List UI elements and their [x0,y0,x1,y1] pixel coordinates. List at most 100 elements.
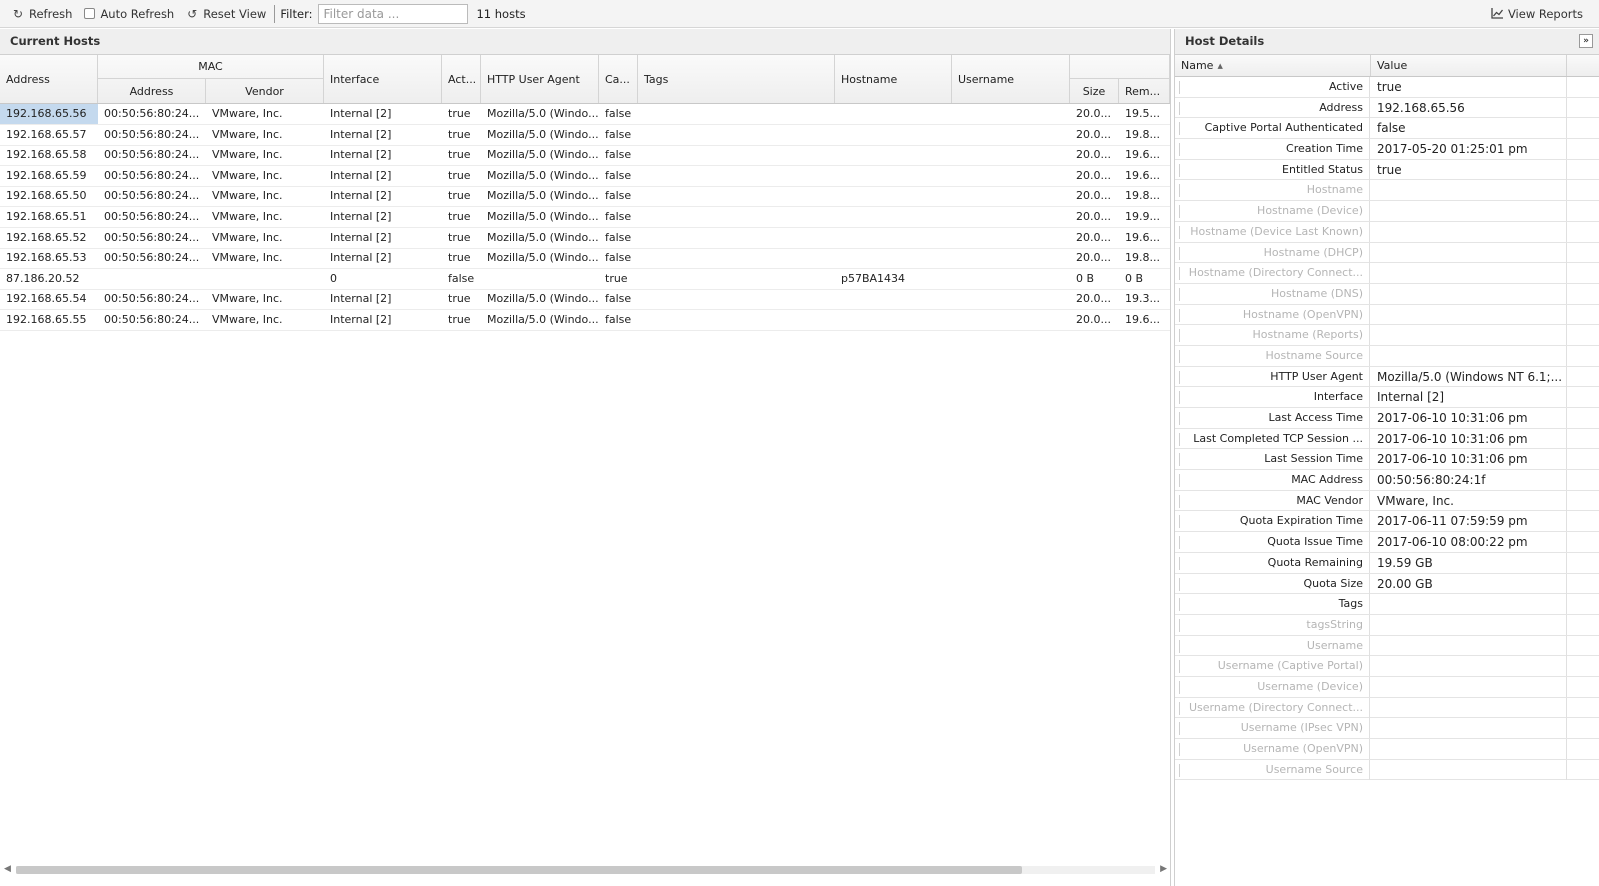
detail-row[interactable]: Captive Portal Authenticated false [1175,118,1599,140]
detail-row[interactable]: Hostname (Device Last Known) [1175,221,1599,243]
col-name[interactable]: Name ▲ [1175,55,1371,76]
col-address[interactable]: Address [0,55,98,103]
detail-row[interactable]: Hostname (Device) [1175,201,1599,222]
detail-row[interactable]: Username (Directory Connect... [1175,697,1599,719]
checkbox-icon[interactable] [84,8,96,19]
col-tags[interactable]: Tags [638,55,835,103]
detail-name: Creation Time [1175,139,1370,160]
detail-row[interactable]: Last Completed TCP Session ... 2017-06-10… [1175,428,1599,450]
col-user-agent[interactable]: HTTP User Agent [481,55,599,103]
detail-row[interactable]: Active true [1175,77,1599,98]
cell-mac: 00:50:56:80:24... [104,292,200,306]
detail-row[interactable]: Username Source [1175,759,1599,781]
detail-row[interactable]: Username [1175,635,1599,657]
col-value[interactable]: Value [1371,55,1567,76]
cell-interface: Internal [2] [330,230,392,244]
col-size[interactable]: Size [1070,79,1119,103]
detail-row[interactable]: Entitled Status true [1175,159,1599,181]
refresh-button[interactable]: ↻ Refresh [6,3,78,25]
detail-row[interactable]: Last Session Time 2017-06-10 10:31:06 pm [1175,449,1599,471]
col-interface[interactable]: Interface [324,55,442,103]
detail-value: 2017-06-10 10:31:06 pm [1371,449,1567,470]
cell-remaining: 19.6... [1125,230,1160,244]
refresh-icon: ↻ [12,6,24,21]
table-row[interactable]: 192.168.65.50 00:50:56:80:24... VMware, In… [0,186,1170,208]
detail-row[interactable]: MAC Address 00:50:56:80:24:1f [1175,470,1599,491]
col-captive[interactable]: Ca... [599,55,638,103]
table-row[interactable]: 192.168.65.55 00:50:56:80:24... VMware, In… [0,310,1170,331]
detail-row[interactable]: Quota Expiration Time 2017-06-11 07:59:59… [1175,511,1599,533]
detail-row[interactable]: Username (Device) [1175,676,1599,698]
table-row[interactable]: 192.168.65.58 00:50:56:80:24... VMware, In… [0,145,1170,167]
table-row[interactable]: 192.168.65.56 00:50:56:80:24... VMware, In… [0,104,1170,125]
details-grid-body: Active true Address 192.168.65.56 Captive Po… [1175,77,1599,781]
col-active[interactable]: Act... [442,55,481,103]
detail-row[interactable]: Interface Internal [2] [1175,387,1599,408]
detail-row[interactable]: Hostname Source [1175,345,1599,367]
cell-vendor [206,269,324,289]
table-row[interactable]: 192.168.65.52 00:50:56:80:24... VMware, In… [0,228,1170,249]
col-hostname[interactable]: Hostname [835,55,952,103]
reset-icon: ↺ [187,6,198,21]
detail-row[interactable]: tagsString [1175,614,1599,636]
table-row[interactable]: 192.168.65.53 00:50:56:80:24... VMware, In… [0,248,1170,270]
reset-view-button[interactable]: ↺ Reset View [180,3,272,25]
detail-row[interactable]: Hostname [1175,180,1599,202]
scroll-thumb[interactable] [16,866,1022,874]
col-remaining[interactable]: Rem... [1119,79,1170,103]
cell-size: 0 B [1076,271,1095,285]
filter-input[interactable] [318,3,469,24]
cell-size: 20.0... [1076,230,1111,244]
detail-row[interactable]: Hostname (Directory Connect... [1175,263,1599,284]
table-row[interactable]: 192.168.65.51 00:50:56:80:24... VMware, In… [0,207,1170,228]
col-mac-address[interactable]: Address [98,79,206,103]
detail-row[interactable]: MAC Vendor VMware, Inc. [1175,490,1599,512]
col-username[interactable]: Username [952,55,1070,103]
scroll-left-icon[interactable]: ◀ [4,864,11,874]
chart-icon [1491,7,1503,22]
scroll-right-icon[interactable]: ▶ [1160,864,1167,874]
cell-address: 192.168.65.58 [6,148,87,162]
col-mac-vendor[interactable]: Vendor [206,79,324,103]
detail-row[interactable]: Tags [1175,594,1599,615]
cell-username [952,310,1070,330]
cell-size: 20.0... [1076,168,1111,182]
detail-row[interactable]: HTTP User Agent Mozilla/5.0 (Windows NT 6… [1175,366,1599,388]
detail-row[interactable]: Username (IPsec VPN) [1175,718,1599,739]
table-row[interactable]: 192.168.65.54 00:50:56:80:24... VMware, In… [0,289,1170,311]
cell-address: 192.168.65.54 [6,292,87,306]
detail-value: Mozilla/5.0 (Windows NT 6.1;... [1371,366,1567,387]
auto-refresh-checkbox[interactable]: Auto Refresh [78,3,180,25]
cell-active: true [448,168,471,182]
view-reports-button[interactable]: View Reports [1485,3,1589,25]
detail-value [1371,180,1567,201]
filter-label: Filter: [280,6,313,21]
cell-vendor: VMware, Inc. [212,148,283,162]
table-row[interactable]: 192.168.65.59 00:50:56:80:24... VMware, In… [0,166,1170,187]
cell-vendor: VMware, Inc. [212,251,283,265]
cell-remaining: 19.9... [1125,210,1160,223]
detail-name: Hostname (Device) [1175,201,1370,222]
detail-row[interactable]: Hostname (OpenVPN) [1175,304,1599,326]
collapse-panel-icon[interactable]: » [1579,34,1593,48]
detail-row[interactable]: Username (OpenVPN) [1175,739,1599,760]
cell-ua: Mozilla/5.0 (Windo... [487,189,599,203]
cell-ua: Mozilla/5.0 (Windo... [487,313,599,326]
table-row[interactable]: 192.168.65.57 00:50:56:80:24... VMware, In… [0,125,1170,146]
cell-hostname [835,166,952,186]
detail-row[interactable]: Hostname (DHCP) [1175,242,1599,264]
detail-row[interactable]: Quota Remaining 19.59 GB [1175,552,1599,574]
cell-address: 192.168.65.53 [6,251,87,265]
table-row[interactable]: 87.186.20.52 0 false true p57BA1434 0 B 0 B [0,269,1170,290]
detail-row[interactable]: Quota Size 20.00 GB [1175,573,1599,595]
detail-row[interactable]: Last Access Time 2017-06-10 10:31:06 pm [1175,408,1599,429]
detail-row[interactable]: Address 192.168.65.56 [1175,97,1599,119]
detail-row[interactable]: Username (Captive Portal) [1175,656,1599,677]
detail-row[interactable]: Creation Time 2017-05-20 01:25:01 pm [1175,139,1599,160]
cell-active: true [448,313,471,326]
detail-row[interactable]: Quota Issue Time 2017-06-10 08:00:22 pm [1175,532,1599,553]
detail-row[interactable]: Hostname (DNS) [1175,283,1599,305]
detail-name: Hostname (DHCP) [1175,242,1370,263]
detail-row[interactable]: Hostname (Reports) [1175,325,1599,346]
horizontal-scrollbar[interactable]: ◀ ▶ [4,864,1167,876]
